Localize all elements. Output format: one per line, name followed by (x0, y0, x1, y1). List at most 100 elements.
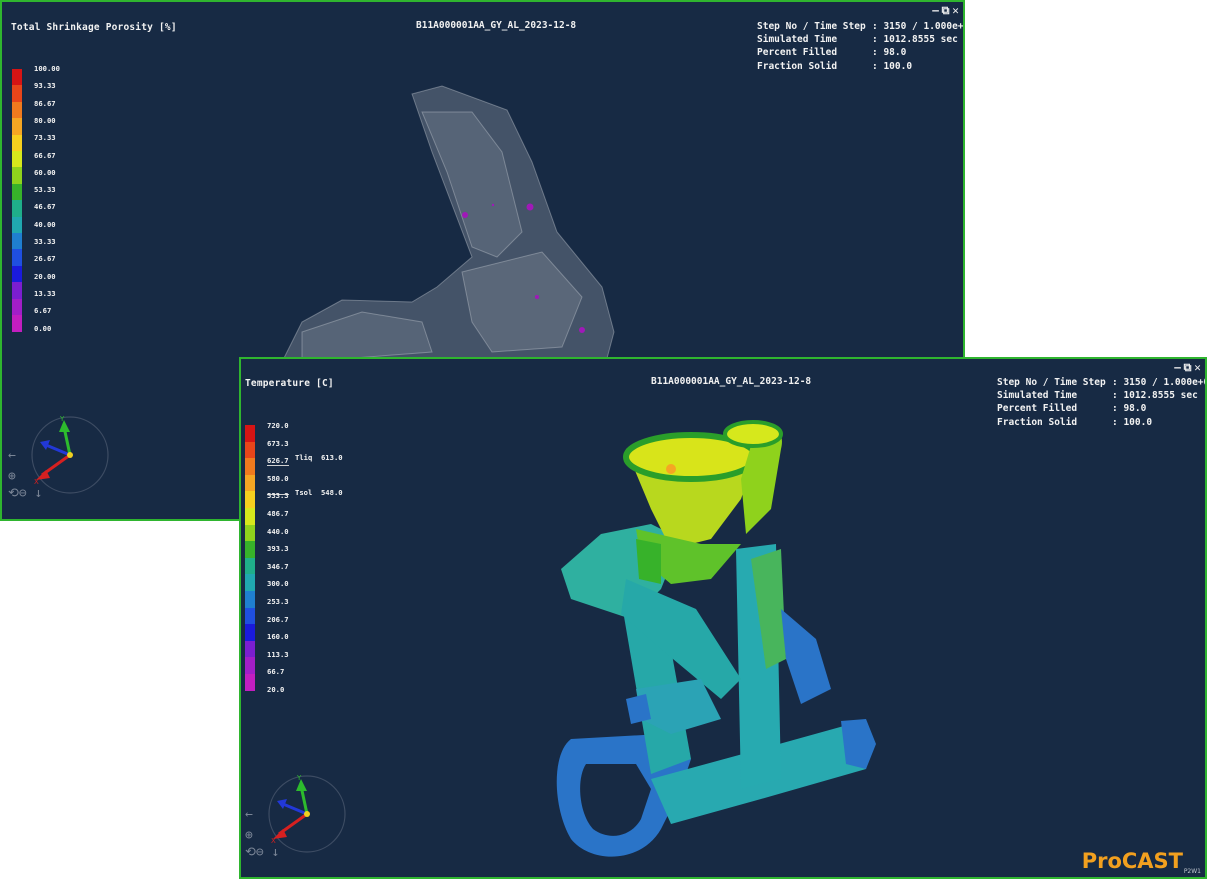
simulation-info: Step No / Time Step : 3150 / 1.000e+000 S… (997, 376, 1205, 429)
close-button[interactable]: ✕ (1193, 362, 1202, 373)
y-axis-label: Y (296, 774, 302, 782)
legend-label: 626.7 (267, 456, 289, 466)
legend-color-swatch (12, 233, 22, 250)
legend-label: 486.7 (267, 509, 289, 518)
legend-color-swatch (12, 200, 22, 218)
info-key: Percent Filled (997, 403, 1078, 415)
restore-button[interactable]: ⧉ (1183, 362, 1192, 373)
legend-label: 206.7 (267, 614, 289, 624)
rotate-icon[interactable]: ⟲⊖ ↓ (245, 845, 279, 860)
legend-color-swatch (12, 151, 22, 168)
info-value: : 98.0 (1112, 403, 1147, 415)
legend-label: 26.67 (34, 254, 56, 264)
tsol-value: 548.0 (320, 488, 343, 497)
legend-label: 60.00 (34, 167, 56, 177)
tliq-text: Tliq (295, 453, 313, 462)
legend-label: 440.0 (267, 526, 289, 536)
legend-color-swatch (245, 624, 255, 642)
info-value: : 1012.8555 sec (872, 34, 958, 46)
temperature-viewport[interactable]: Temperature [C] B11A000001AA_GY_AL_2023-… (239, 357, 1207, 879)
pan-left-icon[interactable]: ← (8, 448, 42, 463)
legend-color-swatch (12, 167, 22, 185)
y-axis-label: Y (59, 415, 65, 423)
legend-label: 73.33 (34, 133, 56, 143)
close-button[interactable]: ✕ (951, 5, 960, 16)
legend-color-swatch (12, 118, 22, 136)
legend-color-swatch (12, 134, 22, 152)
info-value: : 3150 / 1.000e+000 (1112, 377, 1205, 388)
legend-color-swatch (12, 282, 22, 300)
legend-color-swatch (12, 85, 22, 103)
legend-color-swatch (245, 607, 255, 625)
legend-label: 6.67 (34, 306, 52, 316)
simulation-info: Step No / Time Step : 3150 / 1.000e+000 S… (757, 20, 964, 73)
tliq-value: 613.0 (320, 453, 343, 462)
info-value: : 100.0 (1112, 416, 1153, 428)
rotate-icon[interactable]: ⟲⊖ ↓ (8, 486, 42, 501)
legend-label: 86.67 (34, 98, 56, 108)
legend-label: 720.0 (267, 421, 289, 430)
info-value: : 1012.8555 sec (1112, 390, 1198, 402)
legend-color-swatch (245, 557, 255, 575)
legend-color-swatch (12, 315, 22, 332)
legend-label: 393.3 (267, 544, 289, 554)
info-value: : 100.0 (872, 60, 913, 72)
legend-label: 80.00 (34, 115, 56, 125)
legend-color-swatch (12, 265, 22, 283)
legend-color-swatch (245, 541, 255, 559)
legend-color-swatch (245, 640, 255, 658)
legend-label: 33.33 (34, 237, 56, 246)
legend-color-swatch (12, 249, 22, 267)
legend-label: 93.33 (34, 81, 56, 91)
window-controls: – ⧉ ✕ (1173, 362, 1202, 373)
legend-color-swatch (245, 458, 255, 476)
window-controls: – ⧉ ✕ (931, 5, 960, 16)
info-key: Simulated Time (757, 34, 838, 46)
legend-label: 100.00 (34, 64, 60, 73)
pan-left-icon[interactable]: ← (245, 807, 279, 822)
info-key: Step No / Time Step (757, 21, 866, 32)
zoom-in-icon[interactable]: ⊕ (8, 469, 42, 484)
info-key: Step No / Time Step (997, 377, 1106, 388)
legend-label: 533.3 (267, 491, 289, 501)
legend-label: 346.7 (267, 561, 289, 571)
legend-label: 160.0 (267, 632, 289, 642)
legend-label: 0.00 (34, 323, 52, 333)
view-nav-icons: ← ⊕ ⟲⊖ ↓ (245, 807, 279, 860)
zoom-in-icon[interactable]: ⊕ (245, 828, 279, 843)
legend-color-swatch (245, 591, 255, 609)
legend-color-swatch (12, 183, 22, 201)
color-legend: Tliq 613.0 Tsol 548.0 720.0 673.3 626.7 580… (245, 421, 355, 694)
legend-color-swatch (245, 425, 255, 443)
info-value: : 98.0 (872, 47, 907, 59)
legend-color-swatch (12, 298, 22, 316)
result-title: Temperature [C] (245, 378, 334, 389)
tsol-label: Tsol 548.0 (295, 488, 343, 497)
info-value: : 3150 / 1.000e+000 (872, 21, 964, 32)
legend-color-swatch (245, 474, 255, 492)
temperature-casting-model[interactable] (241, 359, 1207, 879)
legend-label: 253.3 (267, 597, 289, 606)
info-key: Percent Filled (757, 47, 838, 59)
legend-label: 300.0 (267, 579, 289, 589)
legend-color-swatch (12, 216, 22, 234)
legend-color-swatch (245, 574, 255, 592)
legend-color-swatch (245, 441, 255, 459)
legend-label: 20.00 (34, 271, 56, 281)
legend-label: 53.33 (34, 185, 56, 195)
legend-label: 580.0 (267, 473, 289, 483)
case-title: B11A000001AA_GY_AL_2023-12-8 (416, 20, 577, 31)
info-key: Simulated Time (997, 390, 1078, 402)
legend-label: 13.33 (34, 288, 56, 298)
info-key: Fraction Solid (757, 60, 838, 72)
view-nav-icons: ← ⊕ ⟲⊖ ↓ (8, 448, 42, 501)
minimize-button[interactable]: – (931, 5, 940, 16)
legend-label: 40.00 (34, 219, 56, 229)
legend-color-swatch (12, 101, 22, 119)
minimize-button[interactable]: – (1173, 362, 1182, 373)
restore-button[interactable]: ⧉ (941, 5, 950, 16)
legend-label: 46.67 (34, 202, 56, 212)
tsol-text: Tsol (295, 488, 313, 497)
legend-color-swatch (245, 491, 255, 509)
legend-label: 66.67 (34, 150, 56, 160)
